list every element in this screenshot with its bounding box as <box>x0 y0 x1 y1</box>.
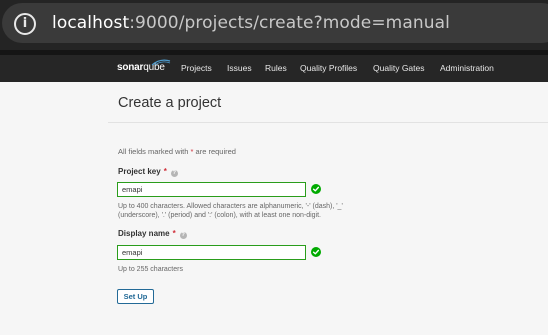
project-key-help: Up to 400 characters. Allowed characters… <box>118 202 343 220</box>
required-note-prefix: All fields marked with <box>118 147 191 156</box>
project-key-help-line2: (underscore), '.' (period) and ':' (colo… <box>118 212 321 219</box>
logo-sonar-text: sonar <box>117 62 144 73</box>
page-title: Create a project <box>118 95 222 111</box>
project-key-label-text: Project key <box>118 167 161 176</box>
project-key-required-star: * <box>163 167 167 176</box>
url-field[interactable]: i localhost:9000/projects/create?mode=ma… <box>2 3 548 43</box>
nav-administration[interactable]: Administration <box>440 63 494 73</box>
url-path: :9000/projects/create?mode=manual <box>129 13 450 33</box>
project-key-input[interactable] <box>117 182 306 197</box>
nav-quality-profiles[interactable]: Quality Profiles <box>300 63 357 73</box>
help-icon[interactable]: ? <box>179 232 187 239</box>
help-icon[interactable]: ? <box>170 170 178 177</box>
logo-swoosh-icon <box>151 59 171 66</box>
display-name-input[interactable] <box>117 245 306 260</box>
display-name-help: Up to 255 characters <box>118 266 183 273</box>
nav-quality-gates[interactable]: Quality Gates <box>373 63 425 73</box>
url-host: localhost <box>52 13 130 33</box>
display-name-required-star: * <box>172 229 176 238</box>
set-up-button[interactable]: Set Up <box>117 289 154 304</box>
check-icon <box>311 184 321 194</box>
url-text[interactable]: localhost:9000/projects/create?mode=manu… <box>52 13 450 33</box>
required-note-suffix: are required <box>193 147 236 156</box>
nav-issues[interactable]: Issues <box>227 63 252 73</box>
nav-projects[interactable]: Projects <box>181 63 212 73</box>
nav-rules[interactable]: Rules <box>265 63 287 73</box>
project-key-label: Project key *? <box>118 167 178 177</box>
required-fields-note: All fields marked with * are required <box>118 147 236 156</box>
display-name-label-text: Display name <box>118 229 170 238</box>
info-icon[interactable]: i <box>14 13 36 35</box>
browser-address-bar: i localhost:9000/projects/create?mode=ma… <box>0 0 548 50</box>
header-divider <box>108 122 548 123</box>
project-key-help-line1: Up to 400 characters. Allowed characters… <box>118 203 343 210</box>
top-navbar: sonarqube Projects Issues Rules Quality … <box>0 55 548 82</box>
check-icon <box>311 247 321 257</box>
display-name-label: Display name *? <box>118 229 187 239</box>
